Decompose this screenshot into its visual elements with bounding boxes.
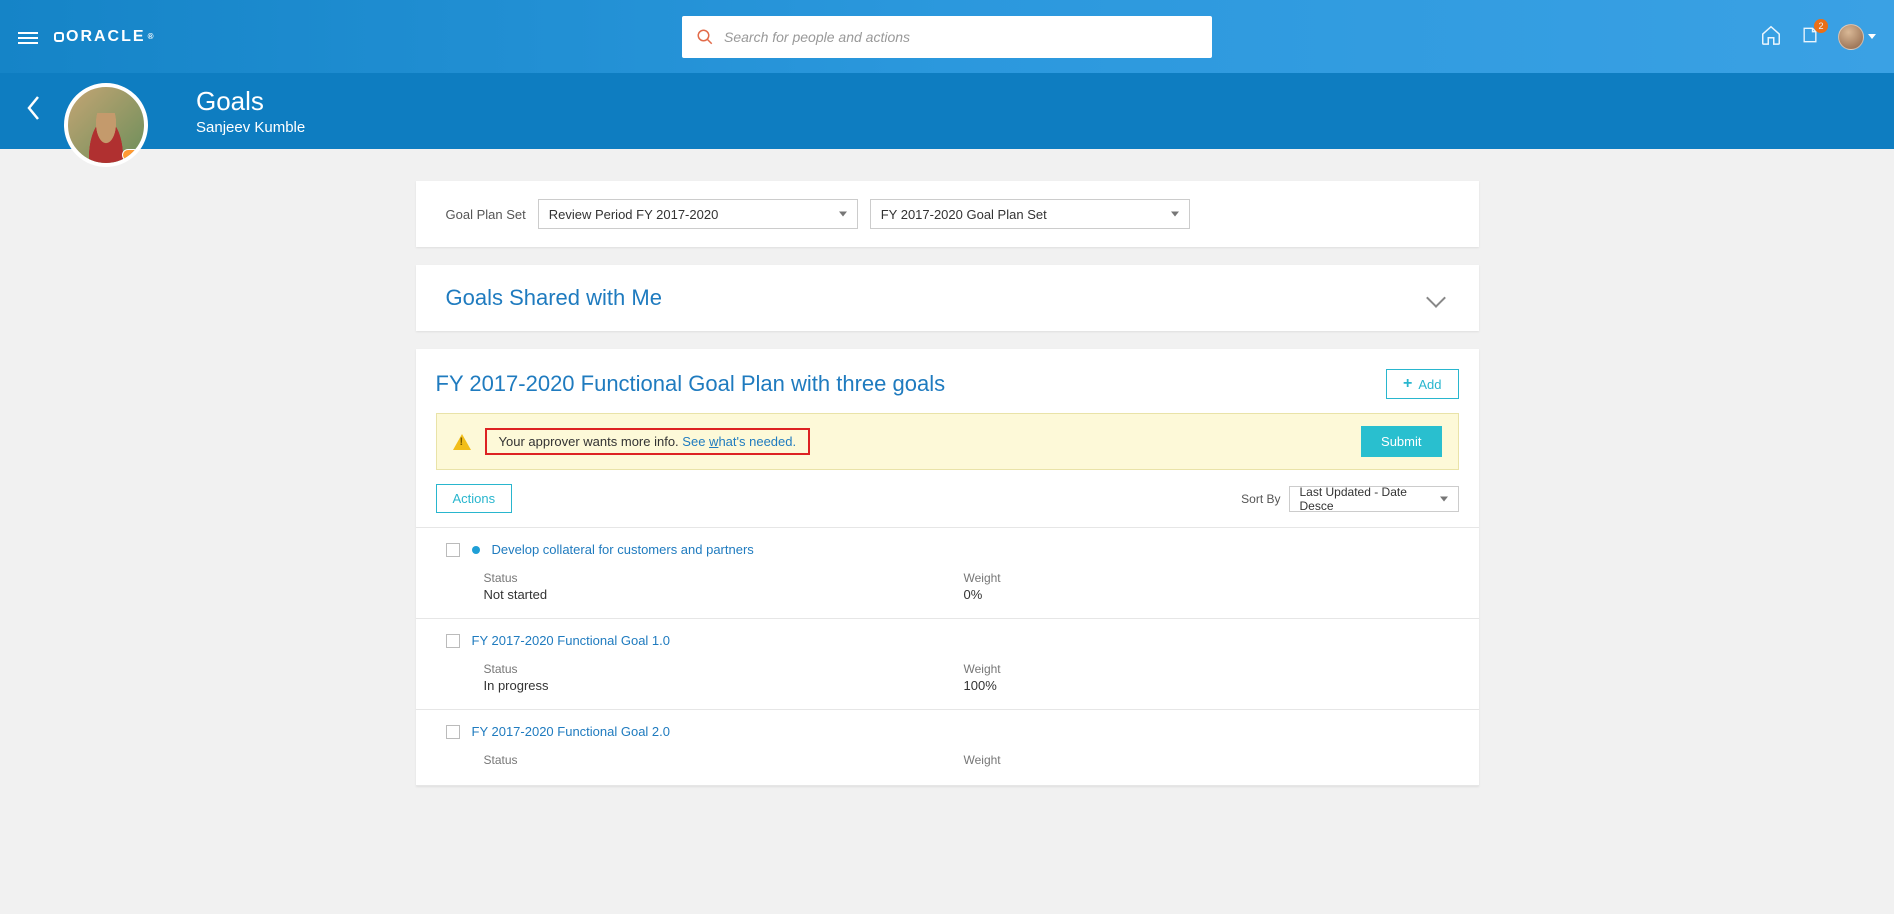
employee-avatar[interactable] (64, 83, 148, 167)
menu-icon[interactable] (18, 29, 38, 45)
status-label: Status (484, 571, 854, 585)
notifications-icon[interactable]: 2 (1800, 25, 1820, 48)
sortby-value: Last Updated - Date Desce (1300, 485, 1428, 513)
sortby-label: Sort By (1241, 492, 1280, 506)
weight-label: Weight (964, 753, 1001, 767)
see-whats-needed-link[interactable]: See what's needed. (682, 434, 796, 449)
alert-text: Your approver wants more info. (499, 434, 679, 449)
review-period-value: Review Period FY 2017-2020 (549, 207, 719, 222)
weight-value: 100% (964, 678, 1001, 693)
weight-label: Weight (964, 571, 1001, 585)
status-label: Status (484, 753, 854, 767)
status-value: Not started (484, 587, 854, 602)
alert-message-box: Your approver wants more info. See what'… (485, 428, 811, 455)
goal-name-link[interactable]: FY 2017-2020 Functional Goal 1.0 (472, 633, 671, 648)
goal-plan-panel: FY 2017-2020 Functional Goal Plan with t… (416, 349, 1479, 786)
goal-item: FY 2017-2020 Functional Goal 1.0 Status In… (416, 619, 1479, 710)
status-label: Status (484, 662, 854, 676)
goal-plan-filters: Goal Plan Set Review Period FY 2017-2020… (416, 181, 1479, 247)
page-header: Goals Sanjeev Kumble (0, 73, 1894, 149)
avatar-status-badge (122, 149, 142, 161)
warning-icon (453, 434, 471, 450)
chevron-down-icon (1868, 34, 1876, 39)
search-input[interactable] (724, 29, 1198, 45)
plus-icon: + (1403, 376, 1412, 392)
goal-plan-set-label: Goal Plan Set (446, 207, 526, 222)
notif-badge: 2 (1814, 19, 1828, 33)
add-label: Add (1418, 377, 1441, 392)
review-period-select[interactable]: Review Period FY 2017-2020 (538, 199, 858, 229)
goal-name-link[interactable]: FY 2017-2020 Functional Goal 2.0 (472, 724, 671, 739)
goal-checkbox[interactable] (446, 725, 460, 739)
status-dot-icon (472, 546, 480, 554)
weight-value: 0% (964, 587, 1001, 602)
global-header: ORACLE® 2 (0, 0, 1894, 73)
plan-set-value: FY 2017-2020 Goal Plan Set (881, 207, 1047, 222)
status-value: In progress (484, 678, 854, 693)
oracle-logo[interactable]: ORACLE® (54, 28, 155, 46)
goals-shared-panel: Goals Shared with Me (416, 265, 1479, 331)
search-icon (696, 28, 714, 46)
back-button[interactable] (12, 87, 56, 136)
goal-item: FY 2017-2020 Functional Goal 2.0 Status We… (416, 710, 1479, 786)
goal-plan-set-select[interactable]: FY 2017-2020 Goal Plan Set (870, 199, 1190, 229)
goal-plan-title[interactable]: FY 2017-2020 Functional Goal Plan with t… (436, 371, 946, 397)
actions-button[interactable]: Actions (436, 484, 513, 513)
goal-item: Develop collateral for customers and par… (416, 528, 1479, 619)
goal-checkbox[interactable] (446, 634, 460, 648)
submit-button[interactable]: Submit (1361, 426, 1441, 457)
avatar-icon (1838, 24, 1864, 50)
expand-icon[interactable] (1426, 288, 1446, 308)
employee-name: Sanjeev Kumble (196, 119, 305, 136)
sortby-select[interactable]: Last Updated - Date Desce (1289, 486, 1459, 512)
goals-shared-title[interactable]: Goals Shared with Me (446, 285, 662, 311)
goal-checkbox[interactable] (446, 543, 460, 557)
weight-label: Weight (964, 662, 1001, 676)
page-title: Goals (196, 86, 305, 117)
user-menu[interactable] (1838, 24, 1876, 50)
approval-info-alert: Your approver wants more info. See what'… (436, 413, 1459, 470)
home-icon[interactable] (1760, 24, 1782, 49)
brand-text: ORACLE (66, 28, 146, 46)
global-search[interactable] (682, 16, 1212, 58)
goal-list: Develop collateral for customers and par… (416, 527, 1479, 786)
add-goal-button[interactable]: + Add (1386, 369, 1458, 399)
goal-name-link[interactable]: Develop collateral for customers and par… (492, 542, 754, 557)
